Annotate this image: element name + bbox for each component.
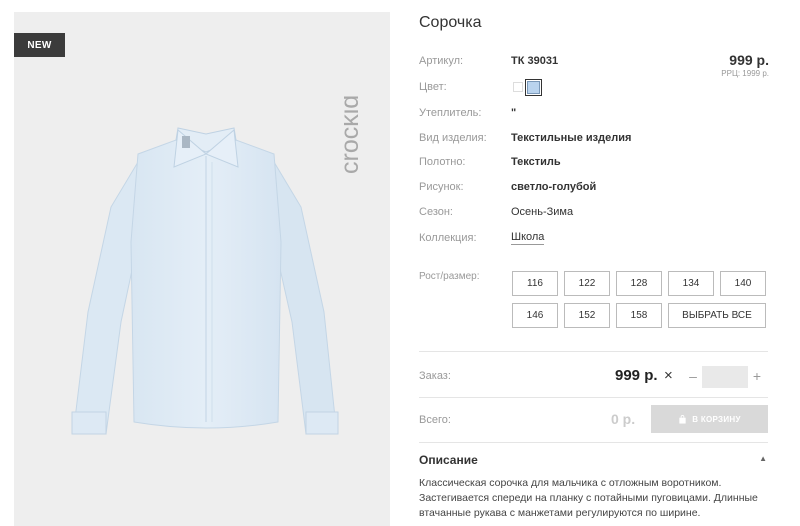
size-button-140[interactable]: 140 [720,271,766,296]
detail-value: Осень-Зима [511,206,574,218]
size-button-128[interactable]: 128 [616,271,662,296]
new-badge: NEW [14,33,65,57]
product-price: 999 р. [729,52,769,68]
product-title: Сорочка [419,14,482,31]
size-button-152[interactable]: 152 [564,303,610,328]
rrp-price: РРЦ: 1999 р. [721,69,769,78]
product-info: Сорочка 999 р. РРЦ: 1999 р. Артикул: ТК … [419,0,769,526]
add-to-cart-button[interactable]: В КОРЗИНУ [651,405,768,433]
detail-value: ТК 39031 [511,55,559,67]
size-button-134[interactable]: 134 [668,271,714,296]
size-button-116[interactable]: 116 [512,271,558,296]
order-label: Заказ: [419,370,451,382]
times-icon: × [664,367,673,384]
detail-label: Коллекция: [419,232,477,244]
divider [419,351,768,352]
detail-value: Текстильные изделия [511,132,632,144]
size-button-122[interactable]: 122 [564,271,610,296]
detail-insulation: Утеплитель: " [419,105,516,121]
size-button-158[interactable]: 158 [616,303,662,328]
total-label: Всего: [419,414,451,426]
total-value: 0 р. [611,411,636,427]
divider [419,442,768,443]
add-to-cart-label: В КОРЗИНУ [692,414,741,424]
color-swatch-light-blue[interactable] [525,78,542,96]
detail-value: светло-голубой [511,181,597,193]
divider [419,397,768,398]
color-swatch-white[interactable] [513,82,523,92]
detail-color: Цвет: [419,78,542,96]
detail-label: Полотно: [419,156,466,168]
select-all-sizes-button[interactable]: ВЫБРАТЬ ВСЕ [668,303,766,328]
description-text: Классическая сорочка для мальчика с отло… [419,477,758,519]
brand-logo: crockid [344,95,364,174]
sizes-label: Рост/размер: [419,271,480,282]
detail-label: Цвет: [419,81,447,93]
brand-logo-text: crockid [344,95,364,174]
detail-value: " [511,107,517,119]
shirt-image [71,127,339,435]
detail-label: Сезон: [419,206,453,218]
detail-value: Текстиль [511,156,561,168]
collection-link[interactable]: Школа [511,231,545,245]
detail-fabric: Полотно: Текстиль [419,154,561,170]
detail-label: Артикул: [419,55,464,67]
quantity-input[interactable] [702,366,748,388]
detail-item-type: Вид изделия: Текстильные изделия [419,130,631,146]
detail-label: Утеплитель: [419,107,482,119]
detail-season: Сезон: Осень-Зима [419,204,573,220]
color-swatches [513,78,542,96]
size-button-146[interactable]: 146 [512,303,558,328]
description-heading[interactable]: Описание [419,453,478,467]
quantity-decrease-button[interactable]: – [687,368,699,384]
shopping-bag-icon [679,414,686,424]
quantity-increase-button[interactable]: + [751,368,763,384]
product-image[interactable]: NEW crockid [14,12,390,526]
collapse-arrow-icon[interactable]: ▲ [759,454,767,463]
detail-collection: Коллекция: Школа [419,230,545,246]
detail-pattern: Рисунок: светло-голубой [419,179,596,195]
detail-article: Артикул: ТК 39031 [419,53,558,69]
order-unit-price: 999 р. [615,367,658,384]
detail-label: Рисунок: [419,181,464,193]
detail-label: Вид изделия: [419,132,487,144]
